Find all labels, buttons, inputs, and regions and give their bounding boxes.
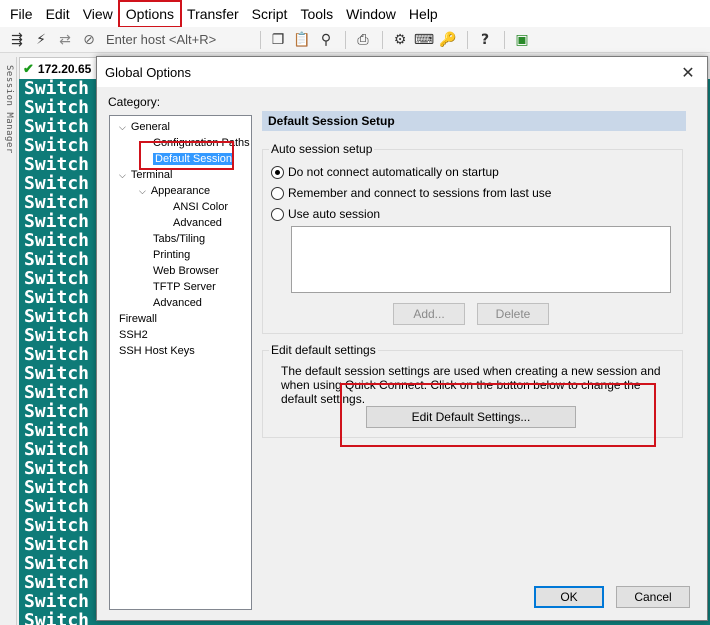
chevron-down-icon[interactable]: ⌵ — [139, 186, 146, 196]
tree-item-tabs-tiling[interactable]: Tabs/Tiling — [153, 231, 205, 247]
session-manager-label: Session Manager — [4, 65, 14, 154]
auto-session-list[interactable] — [291, 226, 671, 293]
menu-edit[interactable]: Edit — [40, 2, 76, 26]
radio-no-auto-connect[interactable]: Do not connect automatically on startup — [271, 164, 499, 180]
category-tree: ⌵ General Configuration Paths Default Sessi… — [109, 115, 252, 610]
menu-tools[interactable]: Tools — [294, 2, 339, 26]
tree-item-tftp-server[interactable]: TFTP Server — [153, 279, 216, 295]
radio-label: Do not connect automatically on startup — [288, 165, 499, 179]
toolbar-separator — [382, 30, 383, 49]
tree-item-label: Advanced — [173, 217, 222, 229]
global-options-dialog: Global Options ✕ Category: ⌵ General Confi… — [96, 56, 708, 621]
menu-help[interactable]: Help — [403, 2, 444, 26]
ok-button[interactable]: OK — [534, 586, 604, 608]
key-icon[interactable]: 🔑 — [437, 29, 459, 51]
menu-view[interactable]: View — [77, 2, 119, 26]
tree-item-label: Web Browser — [153, 265, 219, 277]
menu-transfer[interactable]: Transfer — [181, 2, 245, 26]
session-tab-label: 172.20.65 — [37, 61, 92, 76]
menu-file[interactable]: File — [4, 2, 39, 26]
highlight-box-default-session — [139, 141, 234, 170]
radio-label: Remember and connect to sessions from la… — [288, 186, 552, 200]
session-manager-rail[interactable]: Session Manager — [0, 57, 17, 625]
delete-button[interactable]: Delete — [477, 303, 549, 325]
tree-item-firewall[interactable]: Firewall — [119, 311, 157, 327]
tree-item-general[interactable]: ⌵ General — [119, 119, 170, 135]
help-icon[interactable]: ? — [474, 29, 496, 51]
radio-button[interactable] — [271, 207, 284, 221]
tree-item-web-browser[interactable]: Web Browser — [153, 263, 219, 279]
tree-item-ssh-host-keys[interactable]: SSH Host Keys — [119, 343, 195, 359]
toolbar-separator — [467, 30, 468, 49]
chevron-down-icon[interactable]: ⌵ — [119, 170, 126, 180]
radio-label: Use auto session — [288, 207, 381, 221]
connect-icon[interactable]: ⇶ — [6, 29, 28, 51]
tree-item-label: SSH Host Keys — [119, 345, 195, 357]
tree-item-printing[interactable]: Printing — [153, 247, 190, 263]
toolbar: ⇶ ⚡ ⇄ ⊘ Enter host <Alt+R> ❐ 📋 ⚲ ⎙ ⚙ ⌨ 🔑… — [0, 27, 710, 53]
menu-window[interactable]: Window — [340, 2, 402, 26]
chevron-down-icon[interactable]: ⌵ — [119, 122, 126, 132]
tree-item-label: General — [130, 121, 170, 133]
tree-item-label: Firewall — [119, 313, 157, 325]
tree-item-label: Printing — [153, 249, 191, 261]
tree-item-label: TFTP Server — [153, 281, 216, 293]
print-icon[interactable]: ⎙ — [352, 29, 374, 51]
auto-session-group: Auto session setup Do not connect automa… — [262, 142, 683, 334]
menu-options[interactable]: Options — [117, 0, 183, 28]
radio-button-checked[interactable] — [271, 165, 284, 179]
add-button[interactable]: Add... — [393, 303, 465, 325]
pane-title: Default Session Setup — [262, 111, 686, 131]
disconnect-icon[interactable]: ⊘ — [78, 29, 100, 51]
tree-item-label: SSH2 — [119, 329, 148, 341]
reconnect-icon[interactable]: ⇄ — [54, 29, 76, 51]
dialog-title: Global Options — [105, 64, 191, 80]
dialog-titlebar: Global Options ✕ — [97, 57, 707, 87]
menu-bar: File Edit View Options Transfer Script T… — [0, 0, 710, 28]
tree-item-label: Tabs/Tiling — [153, 233, 206, 245]
copy-icon[interactable]: ❐ — [267, 29, 289, 51]
connected-check-icon: ✔ — [23, 60, 34, 76]
paste-icon[interactable]: 📋 — [291, 29, 313, 51]
tree-item-label: ANSI Color — [173, 201, 229, 213]
edit-defaults-group-title: Edit default settings — [269, 343, 378, 357]
keymap-icon[interactable]: ⌨ — [413, 29, 435, 51]
category-label: Category: — [108, 95, 161, 109]
tree-item-appearance[interactable]: ⌵ Appearance — [139, 183, 210, 199]
tree-item-advanced[interactable]: Advanced — [173, 215, 222, 231]
tree-item-label: Advanced — [153, 297, 202, 309]
quick-connect-icon[interactable]: ⚡ — [30, 29, 52, 51]
session-log-icon[interactable]: ▣ — [511, 29, 533, 51]
tree-item-ansi-color[interactable]: ANSI Color — [173, 199, 228, 215]
tree-item-advanced[interactable]: Advanced — [153, 295, 202, 311]
host-input[interactable]: Enter host <Alt+R> — [102, 30, 248, 50]
cancel-button[interactable]: Cancel — [616, 586, 690, 608]
menu-script[interactable]: Script — [246, 2, 294, 26]
highlight-box-edit-defaults — [340, 383, 656, 447]
tree-item-label: Terminal — [130, 169, 173, 181]
toolbar-separator — [260, 30, 261, 49]
close-icon[interactable]: ✕ — [677, 61, 699, 83]
radio-button[interactable] — [271, 186, 284, 200]
find-icon[interactable]: ⚲ — [315, 29, 337, 51]
tree-item-label: Appearance — [150, 185, 211, 197]
tree-item-ssh2[interactable]: SSH2 — [119, 327, 148, 343]
radio-use-auto-session[interactable]: Use auto session — [271, 206, 380, 222]
radio-remember-sessions[interactable]: Remember and connect to sessions from la… — [271, 185, 551, 201]
auto-session-group-title: Auto session setup — [269, 142, 375, 156]
toolbar-separator — [345, 30, 346, 49]
settings-icon[interactable]: ⚙ — [389, 29, 411, 51]
toolbar-separator — [504, 30, 505, 49]
